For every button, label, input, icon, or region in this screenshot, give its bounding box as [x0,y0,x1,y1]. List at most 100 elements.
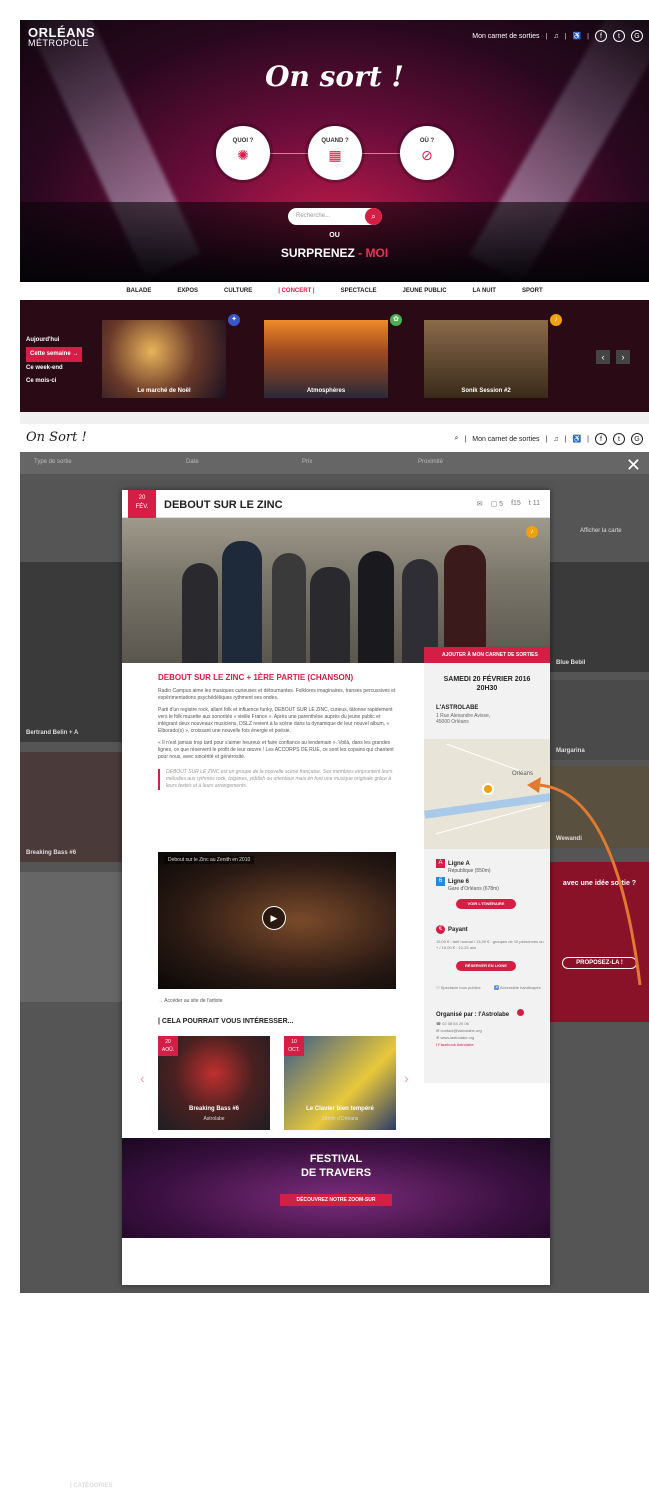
facebook-icon[interactable]: f [595,30,607,42]
band-member [222,541,262,663]
event-datetime: SAMEDI 20 FÉVRIER 2016 20H30 [424,675,550,693]
bg-caption: Blue Bebil [556,660,586,666]
carousel-prev-icon[interactable]: ‹ [596,350,610,364]
category-expos[interactable]: EXPOS [177,288,198,294]
separator: | [545,435,548,443]
category-spectacle[interactable]: SPECTACLE [341,288,377,294]
card-caption: Atmosphères [306,388,346,394]
category-sport[interactable]: SPORT [522,288,543,294]
facebook-link[interactable]: f Facebook Astrolabe [436,1042,474,1048]
event-time: 20H30 [476,685,498,692]
wheelchair-icon: ♿ [494,985,499,990]
video-player[interactable]: Debout sur le Zinc au Zenith en 2010 ▶ [158,852,396,989]
filter-date[interactable]: Date [186,459,199,465]
accessibility-icon[interactable]: ♿ [572,32,581,40]
twitter-icon[interactable]: t [613,30,625,42]
when-month[interactable]: Ce mois-ci [26,375,82,388]
carousel-next-icon[interactable]: › [616,350,630,364]
band-member [444,545,486,663]
line-6-stop: Gare d'Orléans (678m) [448,886,499,892]
search-icon[interactable]: ⌕ [454,435,458,443]
category-balade[interactable]: BALADE [126,288,151,294]
suggestion-card[interactable]: 10 OCT. Le Clavier bien tempéré Zénith d'… [284,1036,396,1130]
surprise-label: SURPRENEZ [280,246,355,260]
separator: | [587,32,589,40]
suggestion-day: 10 [291,1039,297,1045]
surprise-button[interactable]: SURPRENEZ - MOI [20,246,649,260]
quoi-button[interactable]: QUOI ? ✺ [216,126,270,180]
music-icon[interactable]: ♫ [553,436,558,443]
twitter-share[interactable]: t 11 [529,500,540,508]
carousel-card[interactable]: Sonik Session #2 [424,320,548,398]
twitter-icon[interactable]: t [613,433,625,445]
festival-cta-button[interactable]: DÉCOUVREZ NOTRE ZOOM-SUR [280,1194,392,1206]
carnet-link[interactable]: Mon carnet de sorties [472,33,539,40]
site-logo[interactable]: ORLÉANS MÉTROPOLE [28,26,95,48]
show-map-link[interactable]: Afficher la carte [580,528,622,534]
accessibility-icon[interactable]: ♿ [572,435,581,443]
filter-prix[interactable]: Prix [302,459,312,465]
plus-icon[interactable] [516,1009,524,1016]
play-icon[interactable]: ▶ [262,906,286,930]
bus-6-icon: 6 [436,877,445,886]
suggest-prev-icon[interactable]: ‹ [140,1070,145,1086]
bg-event-card: Bertrand Belin + A [20,562,122,742]
carousel-card[interactable]: Atmosphères [264,320,388,398]
add-to-carnet-button[interactable]: AJOUTER À MON CARNET DE SORTIES [424,647,550,663]
when-weekend[interactable]: Ce week-end [26,362,82,375]
artist-quote: DEBOUT SUR LE ZINC est un groupe de la n… [158,769,398,790]
venue-address: 1 Rue Alexandre Avisse, 45000 Orléans [436,713,490,725]
carnet-link[interactable]: Mon carnet de sorties [472,436,539,443]
itinerary-button[interactable]: VOIR L'ITINÉRAIRE [456,899,516,909]
googleplus-icon[interactable]: G [631,30,643,42]
bg-caption: Margarina [556,748,585,754]
email[interactable]: ✉ contact@lastrolabe.org [436,1028,482,1034]
tw-count: 11 [532,500,540,507]
filter-type[interactable]: Type de sortie [34,459,72,465]
quand-button[interactable]: QUAND ? ▦ [308,126,362,180]
festival-banner[interactable]: FESTIVAL DE TRAVERS DÉCOUVREZ NOTRE ZOOM… [122,1138,550,1238]
when-this-week[interactable]: Cette semaine → [26,347,83,362]
category-concert[interactable]: | CONCERT | [278,288,314,294]
website[interactable]: ⊕ www.lastrolabe.org [436,1035,474,1041]
googleplus-icon[interactable]: G [631,433,643,445]
when-today[interactable]: Aujourd'hui [26,334,82,347]
twitter-icon: t [528,500,531,507]
filter-proximite[interactable]: Proximité [418,459,443,465]
phone-value: 02 38 54 20 06 [442,1021,469,1026]
music-icon[interactable]: ♫ [553,33,558,40]
facebook-icon[interactable]: f [595,433,607,445]
ou-button[interactable]: OÙ ? ⊘ [400,126,454,180]
carousel-card[interactable]: Le marché de Noël [102,320,226,398]
suggestion-venue: Zénith d'Orléans [321,1116,359,1122]
category-culture[interactable]: CULTURE [224,288,252,294]
category-jeune-public[interactable]: JEUNE PUBLIC [403,288,447,294]
category-badge-icon: ✦ [228,314,240,326]
event-day: 20 [138,495,146,501]
mail-icon[interactable]: ✉ [477,500,483,508]
suggestion-month: AOÛ. [161,1047,175,1053]
address-line2: 45000 Orléans [436,719,469,725]
map-pin-icon[interactable] [482,783,494,795]
band-member [182,563,218,663]
comment-count[interactable]: ▢ 5 [491,500,503,508]
website-value: www.lastrolabe.org [440,1035,475,1040]
search-input[interactable]: Recherche... ⌕ [288,208,382,225]
bg-event-card: Breaking Bass #6 [20,752,122,862]
transport-line-6: 6 Ligne 6 Gare d'Orléans (678m) [436,877,499,892]
artist-site-link[interactable]: → Accéder au site de l'artiste [158,998,223,1004]
phone: ☎ 02 38 54 20 06 [436,1021,469,1027]
filter-bar: Type de sortie Date Prix Proximité [20,452,649,474]
suggest-next-icon[interactable]: › [404,1070,409,1086]
modal-header: 20 FÉV. DEBOUT SUR LE ZINC ✉ ▢ 5 f15 t 1… [122,490,550,518]
organizer: Organisé par : l'Astrolabe [436,1009,524,1018]
video-title: Debout sur le Zinc au Zenith en 2010 [164,856,255,864]
brand-logo[interactable]: On Sort ! [26,430,87,445]
close-icon[interactable]: ✕ [626,455,641,476]
facebook-share[interactable]: f15 [511,500,521,508]
category-la-nuit[interactable]: LA NUIT [473,288,496,294]
suggestion-card[interactable]: 20 AOÛ. Breaking Bass #6 Astrolabe [158,1036,270,1130]
search-icon[interactable]: ⌕ [365,208,382,225]
reserve-button[interactable]: RÉSERVER EN LIGNE [456,961,516,971]
when-filter: Aujourd'hui Cette semaine → Ce week-end … [26,334,83,388]
